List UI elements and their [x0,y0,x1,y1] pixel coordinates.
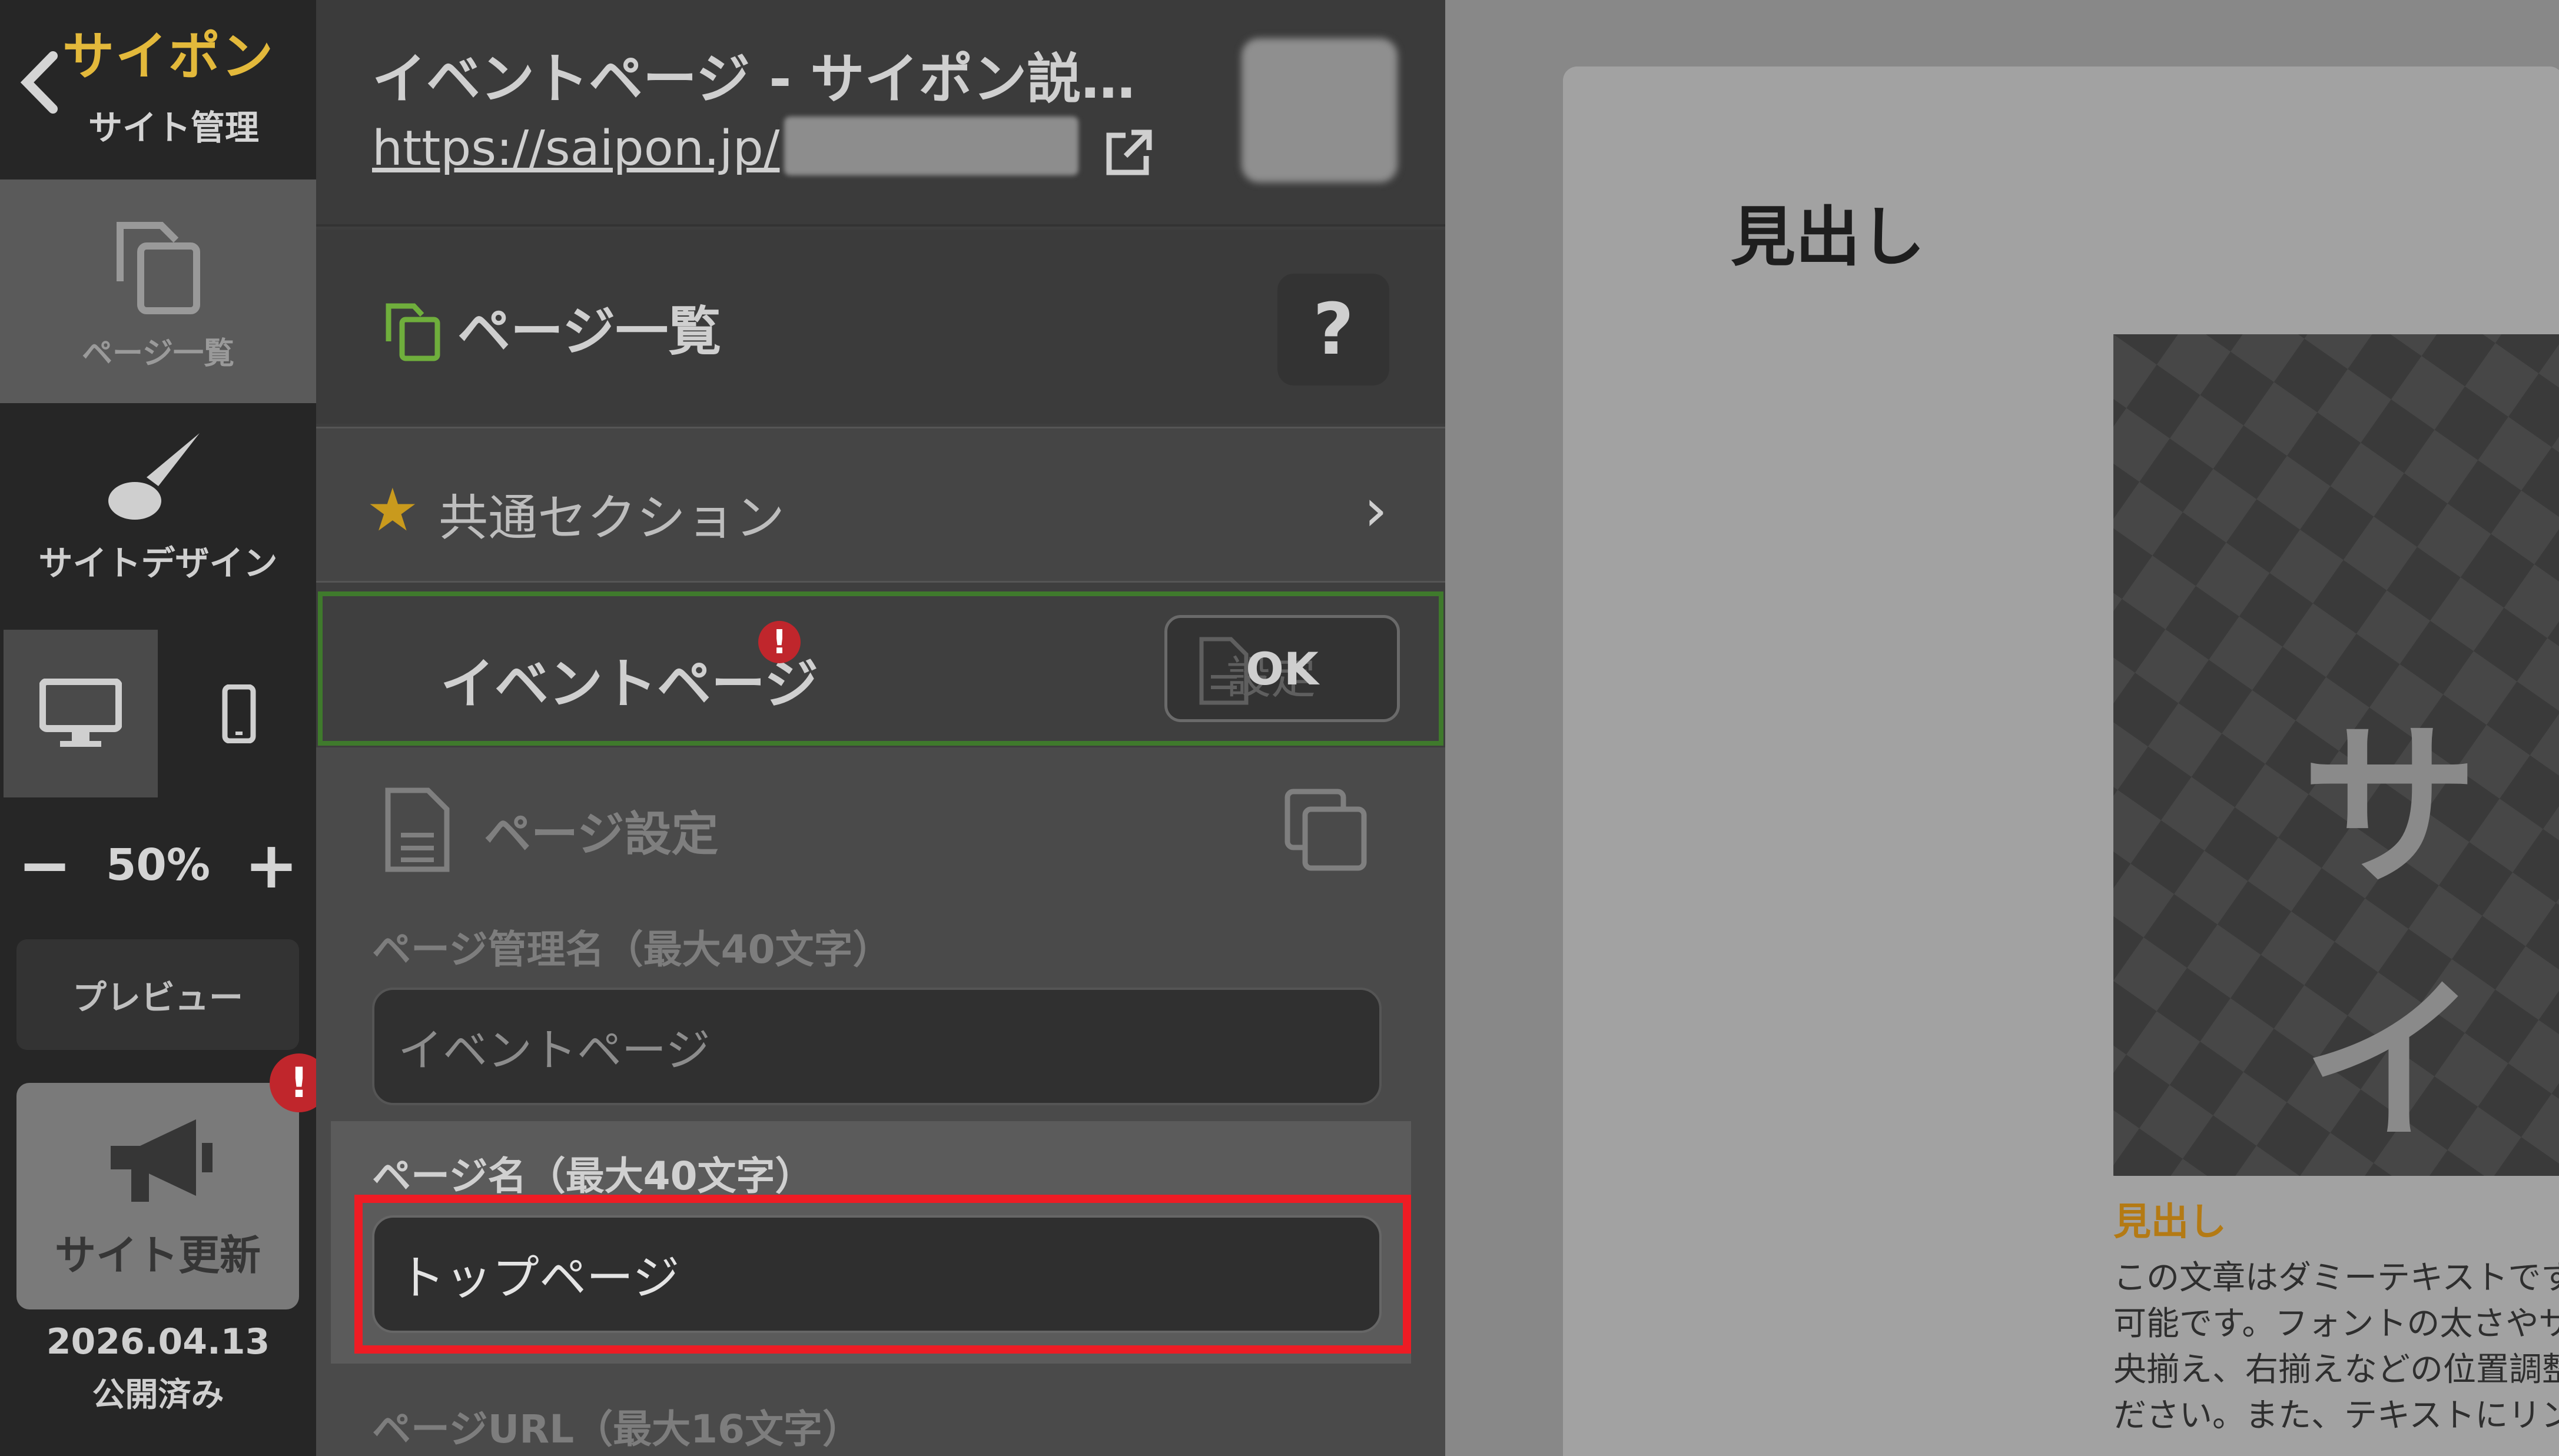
page-list-title: ページ一覧 [457,301,722,363]
brush-icon [108,433,200,520]
preview-canvas[interactable]: 見出し サイ 見出し この文章はダミーテキストです 可能です。フォントの太さやサ… [1563,67,2559,1456]
pages-icon [386,303,440,361]
preview-hero-image: サイ [2113,334,2559,1176]
page-name-field: ページ名（最大40文字） トップページ [331,1121,1411,1364]
megaphone-icon [111,1119,213,1202]
admin-name-input[interactable]: イベントページ [372,988,1382,1105]
rail-pages-button[interactable]: ページ一覧 [0,179,316,403]
page-settings-title: ページ設定 [484,807,719,862]
brand-header[interactable]: サイポン サイト管理 [0,0,316,178]
left-rail: サイポン サイト管理 ページ一覧 サイトデザイン − 50% + プレビュー サ… [0,0,328,1456]
page-list-header: ページ一覧 ? [316,230,1445,424]
site-update-label: サイト更新 [55,1231,261,1279]
brand-logo: サイポン [62,26,275,87]
zoom-control: − 50% + [0,833,316,897]
publish-status-text: 公開済み [92,1376,224,1414]
preview-body-text: この文章はダミーテキストです 可能です。フォントの太さやサ 央揃え、右揃えなどの… [2113,1255,2559,1439]
desktop-icon [39,678,122,747]
page-settings: ページ設定 ページ管理名（最大40文字） イベントページ ページ名（最大40文字… [316,747,1445,1456]
panel-header: イベントページ - サイポン説… https://saipon.jp/ [316,0,1445,227]
common-section-item[interactable]: ★ 共通セクション › [316,427,1445,583]
zoom-in-button[interactable]: + [244,833,298,897]
preview-heading: 見出し [1731,200,1925,275]
rail-design-label: サイトデザイン [38,543,278,583]
preview-subheading: 見出し [2113,1201,2226,1244]
device-desktop-toggle[interactable] [4,630,158,797]
common-section-label: 共通セクション [439,489,785,547]
mobile-icon [222,684,256,743]
page-name-label: ページ名（最大40文字） [372,1154,814,1199]
site-preview: 見出し サイ 見出し この文章はダミーテキストです 可能です。フォントの太さやサ… [1445,0,2559,1456]
document-icon [385,787,450,872]
redacted-url-part [784,117,1078,175]
page-url-label: ページURL（最大16文字） [372,1407,861,1452]
copy-icon[interactable] [1282,786,1370,874]
body-line: ださい。また、テキストにリン [2113,1397,2559,1435]
hero-text: サイ [2302,704,2478,1165]
body-line: 央揃え、右揃えなどの位置調整 [2113,1351,2559,1389]
admin-name-label: ページ管理名（最大40文字） [372,927,892,972]
zoom-value: 50% [105,840,211,890]
site-update-button[interactable]: サイト更新 [16,1083,299,1309]
alert-badge: ! [758,621,801,663]
page-panel: イベントページ - サイポン説… https://saipon.jp/ ページ一… [316,0,1445,1456]
external-link-icon[interactable] [1102,127,1155,179]
brand-subtitle: サイト管理 [88,108,260,148]
site-thumbnail[interactable] [1242,38,1398,182]
star-icon: ★ [366,476,419,544]
rail-pages-label: ページ一覧 [82,335,234,371]
zoom-out-button[interactable]: − [18,833,72,897]
body-line: 可能です。フォントの太さやサ [2113,1305,2559,1343]
preview-button[interactable]: プレビュー [16,939,299,1050]
chevron-left-icon[interactable] [16,50,64,115]
publish-date: 2026.04.13 [46,1321,270,1362]
site-title: イベントページ - サイポン説… [372,48,1136,111]
rail-design-button[interactable]: サイトデザイン [0,412,316,600]
publish-status: 2026.04.13 公開済み [0,1321,316,1416]
chevron-right-icon: › [1364,476,1388,544]
site-url-link[interactable]: https://saipon.jp/ [372,121,779,177]
ok-label: OK [1246,642,1319,695]
help-button[interactable]: ? [1277,274,1389,385]
ok-button[interactable]: 設定 OK [1164,615,1400,722]
page-name-input[interactable]: トップページ [372,1215,1382,1333]
current-page-item[interactable]: イベントページ ! 設定 OK [318,591,1443,746]
pages-icon [116,221,200,314]
body-line: この文章はダミーテキストです [2113,1259,2559,1297]
device-mobile-toggle[interactable] [162,630,316,797]
